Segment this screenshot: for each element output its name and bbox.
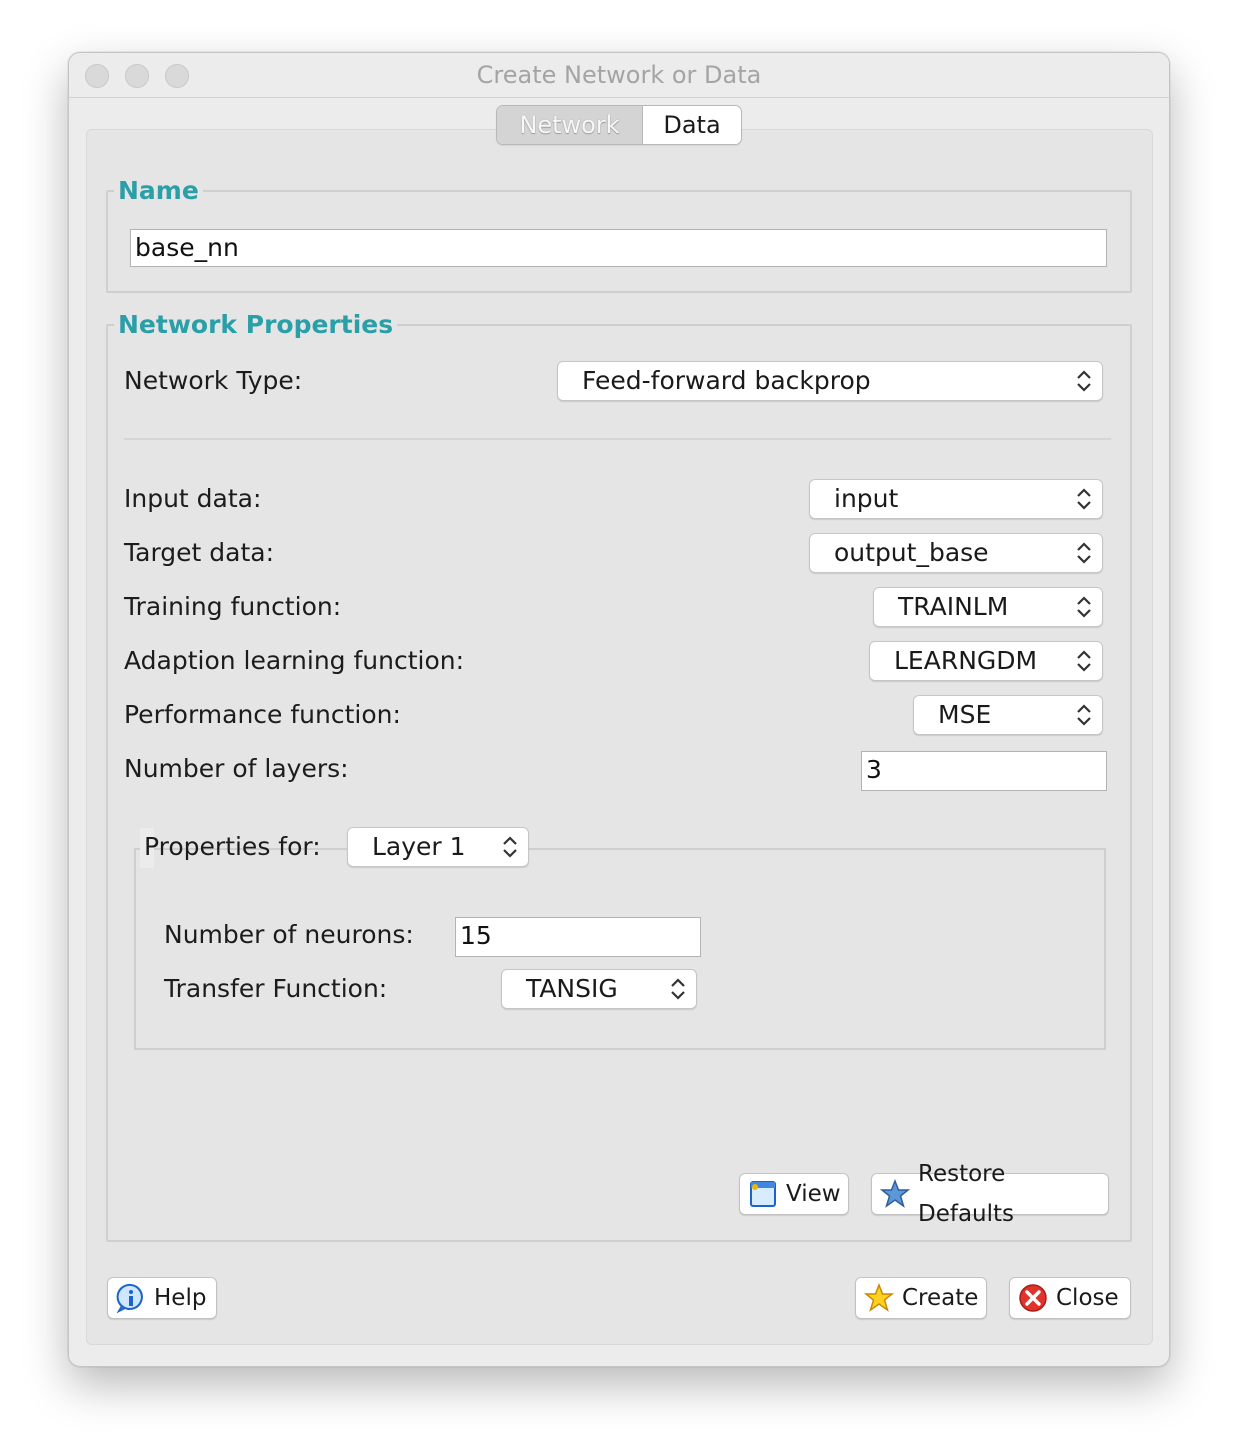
performance-function-value: MSE [938, 700, 992, 729]
number-of-neurons-label: Number of neurons: [164, 920, 414, 949]
chevron-updown-icon [1077, 704, 1091, 726]
create-button-label: Create [902, 1285, 979, 1311]
restore-defaults-label: Restore Defaults [918, 1161, 1015, 1227]
window-title: Create Network or Data [476, 61, 762, 89]
create-button[interactable]: Create [855, 1277, 987, 1319]
target-data-label: Target data: [124, 538, 275, 567]
view-button[interactable]: View [739, 1173, 849, 1215]
number-of-layers-label: Number of layers: [124, 754, 349, 783]
training-function-value: TRAINLM [898, 592, 1009, 621]
network-type-value: Feed-forward backprop [582, 366, 871, 395]
chevron-updown-icon [1077, 542, 1091, 564]
adaption-function-select[interactable]: LEARNGDM [869, 641, 1103, 681]
help-button-label: Help [154, 1285, 207, 1311]
chevron-updown-icon [503, 836, 517, 858]
restore-star-icon [880, 1179, 910, 1208]
properties-for-label: Properties for: [144, 832, 321, 861]
adaption-function-value: LEARNGDM [894, 646, 1038, 675]
tab-network[interactable]: Network [497, 106, 643, 144]
title-bar: Create Network or Data [69, 53, 1169, 98]
chevron-updown-icon [1077, 650, 1091, 672]
transfer-function-value: TANSIG [526, 974, 618, 1003]
properties-divider [124, 438, 1111, 440]
view-button-label: View [786, 1181, 841, 1207]
transfer-function-select[interactable]: TANSIG [501, 969, 697, 1009]
chevron-updown-icon [1077, 596, 1091, 618]
training-function-select[interactable]: TRAINLM [873, 587, 1103, 627]
help-button[interactable]: Help [107, 1277, 217, 1319]
restore-defaults-button[interactable]: Restore Defaults [871, 1161, 1109, 1227]
layer-properties-header: Properties for: [140, 828, 321, 868]
chevron-updown-icon [1077, 370, 1091, 392]
tab-data[interactable]: Data [643, 106, 741, 144]
performance-function-select[interactable]: MSE [913, 695, 1103, 735]
network-type-label: Network Type: [124, 366, 303, 395]
input-data-label: Input data: [124, 484, 262, 513]
close-x-icon [1019, 1284, 1047, 1312]
chevron-updown-icon [1077, 488, 1091, 510]
create-star-icon [864, 1283, 894, 1312]
help-info-icon [116, 1283, 143, 1313]
layer-select-value: Layer 1 [372, 832, 466, 861]
number-of-layers-input[interactable]: 3 [861, 751, 1107, 791]
target-data-select[interactable]: output_base [809, 533, 1103, 573]
chevron-updown-icon [671, 978, 685, 1000]
input-data-select[interactable]: input [809, 479, 1103, 519]
transfer-function-label: Transfer Function: [164, 974, 388, 1003]
training-function-label: Training function: [124, 592, 342, 621]
tab-bar: Network Data [496, 105, 742, 145]
layer-select[interactable]: Layer 1 [347, 827, 529, 867]
name-group-title: Name [118, 176, 199, 205]
target-data-value: output_base [834, 538, 989, 567]
input-data-value: input [834, 484, 899, 513]
close-button-label: Close [1056, 1285, 1119, 1311]
number-of-neurons-input[interactable]: 15 [455, 917, 701, 957]
adaption-function-label: Adaption learning function: [124, 646, 465, 675]
network-properties-title: Network Properties [118, 310, 394, 339]
network-name-input[interactable]: base_nn [130, 229, 1107, 267]
performance-function-label: Performance function: [124, 700, 401, 729]
network-type-select[interactable]: Feed-forward backprop [557, 361, 1103, 401]
close-button[interactable]: Close [1009, 1277, 1131, 1319]
view-window-icon [750, 1181, 776, 1207]
